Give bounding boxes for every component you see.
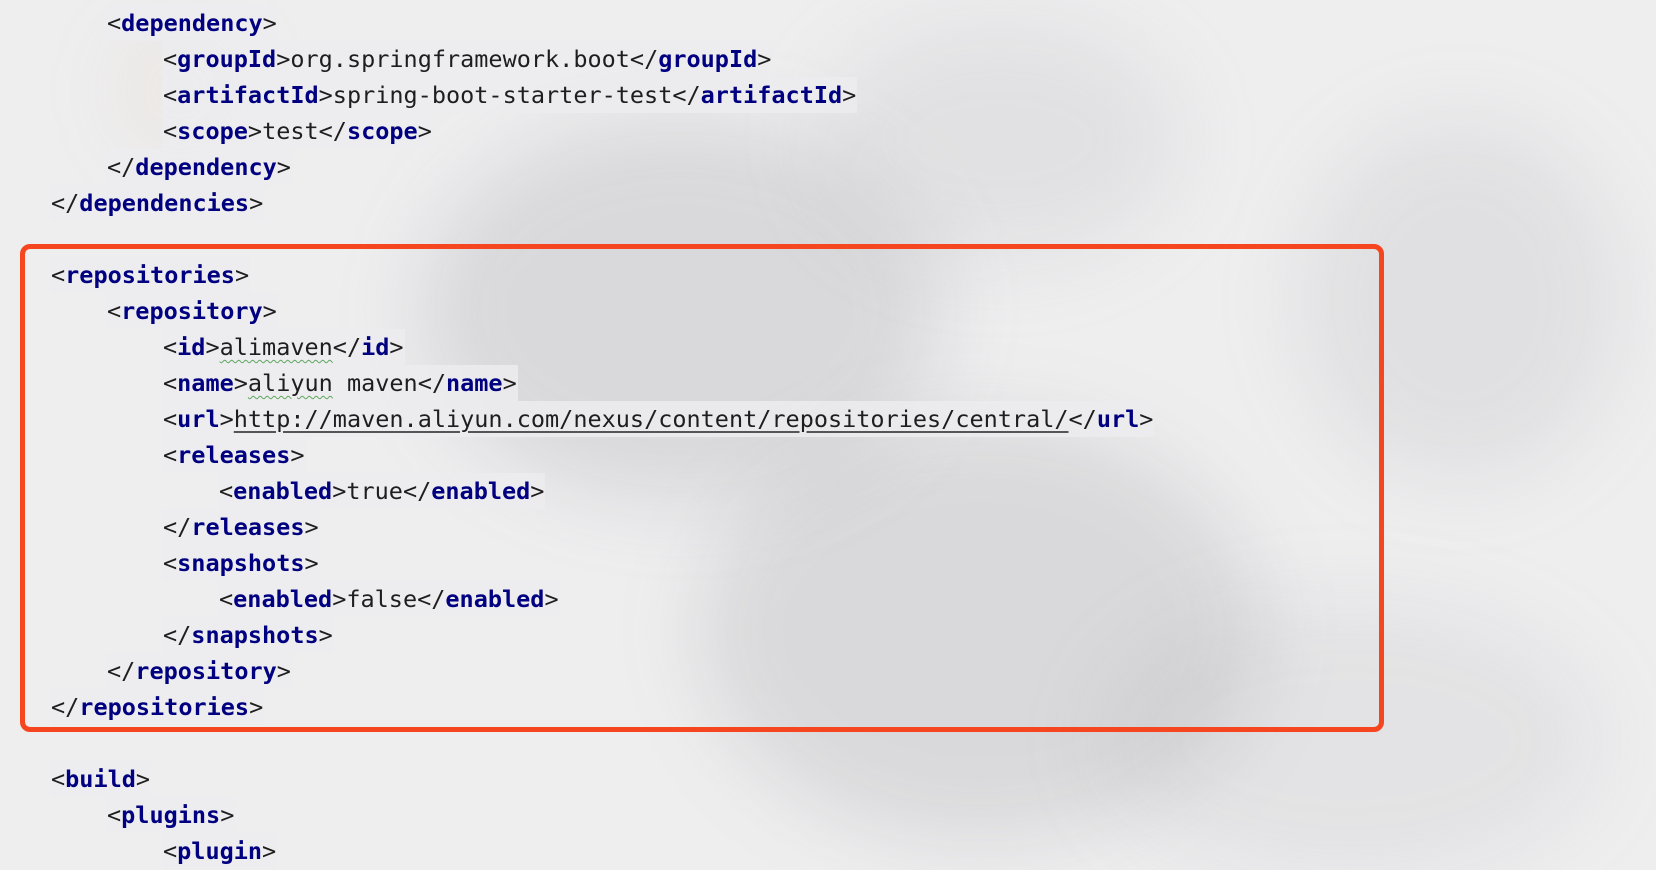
xml-bracket: </: [629, 45, 659, 73]
xml-bracket: >: [247, 117, 263, 145]
code-line[interactable]: <scope>test</scope>: [162, 113, 433, 149]
xml-bracket: </: [318, 117, 347, 145]
xml-bracket: <: [107, 9, 122, 37]
xml-bracket: >: [417, 117, 432, 145]
xml-bracket: </: [107, 153, 136, 181]
xml-tag-name: groupId: [658, 45, 758, 73]
xml-bracket: >: [318, 81, 333, 109]
code-line[interactable]: <artifactId>spring-boot-starter-test</ar…: [162, 77, 858, 113]
xml-bracket: >: [262, 9, 277, 37]
code-segment: <plugin>: [162, 833, 278, 869]
code-segment: <artifactId>spring-boot-starter-test</ar…: [162, 77, 858, 113]
xml-tag-name: plugins: [121, 801, 221, 829]
xml-text-value: test: [262, 117, 319, 145]
xml-bracket: >: [135, 765, 151, 793]
xml-bracket: >: [276, 45, 291, 73]
xml-tag-name: dependencies: [79, 189, 250, 217]
xml-bracket: </: [672, 81, 701, 109]
xml-bracket: <: [51, 765, 66, 793]
xml-tag-name: build: [65, 765, 136, 793]
xml-bracket: >: [220, 801, 235, 829]
code-segment: <groupId>org.springframework.boot</group…: [162, 41, 773, 77]
code-segment: <dependency>: [106, 5, 278, 41]
xml-bracket: >: [757, 45, 772, 73]
xml-tag-name: dependency: [121, 9, 263, 37]
xml-tag-name: dependency: [135, 153, 277, 181]
xml-tag-name: artifactId: [177, 81, 319, 109]
code-line[interactable]: </dependency>: [106, 149, 292, 185]
xml-bracket: >: [249, 189, 264, 217]
xml-bracket: </: [51, 189, 80, 217]
code-segment: </dependency>: [106, 149, 292, 185]
code-line[interactable]: <build>: [50, 761, 152, 797]
xml-text-value: spring-boot-starter-test: [332, 81, 673, 109]
code-line[interactable]: <plugin>: [162, 833, 278, 869]
xml-tag-name: scope: [177, 117, 248, 145]
xml-bracket: <: [107, 801, 122, 829]
xml-tag-name: artifactId: [700, 81, 843, 109]
xml-bracket: <: [163, 81, 178, 109]
xml-bracket: <: [163, 837, 178, 865]
repositories-highlight-box: [20, 244, 1384, 732]
xml-text-value: org.springframework.boot: [290, 45, 630, 73]
xml-tag-name: scope: [346, 117, 418, 145]
code-line[interactable]: <dependency>: [106, 5, 278, 41]
xml-bracket: >: [842, 81, 857, 109]
xml-tag-name: groupId: [177, 45, 277, 73]
code-segment: </dependencies>: [50, 185, 265, 221]
xml-tag-name: plugin: [177, 837, 263, 865]
code-segment: <build>: [50, 761, 152, 797]
xml-bracket: <: [163, 45, 178, 73]
xml-bracket: >: [262, 837, 277, 865]
code-line[interactable]: <groupId>org.springframework.boot</group…: [162, 41, 773, 77]
code-line[interactable]: <plugins>: [106, 797, 236, 833]
code-line[interactable]: </dependencies>: [50, 185, 265, 221]
xml-bracket: <: [163, 117, 178, 145]
code-segment: <plugins>: [106, 797, 236, 833]
code-segment: <scope>test</scope>: [162, 113, 433, 149]
xml-bracket: >: [276, 153, 291, 181]
